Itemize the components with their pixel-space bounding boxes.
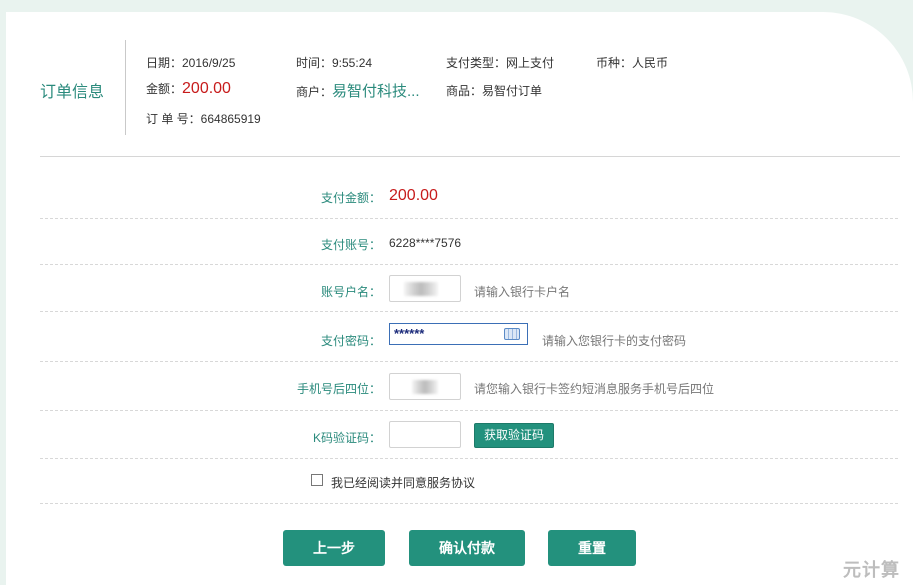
kcode-label: K码验证码： xyxy=(312,431,381,445)
header-divider xyxy=(40,156,900,157)
row-divider xyxy=(40,311,898,312)
confirm-pay-button[interactable]: 确认付款 xyxy=(409,530,525,566)
prev-step-button[interactable]: 上一步 xyxy=(283,530,385,566)
password-hint: 请输入您银行卡的支付密码 xyxy=(542,334,687,348)
masked-text xyxy=(412,380,438,394)
row-divider xyxy=(40,218,898,219)
order-currency: 币种：人民币 xyxy=(596,56,669,70)
order-merchant-value: 易智付科技... xyxy=(332,83,420,100)
password-input[interactable]: ****** xyxy=(389,323,528,345)
holder-hint: 请输入银行卡户名 xyxy=(474,285,571,299)
order-number: 订 单 号：664865919 xyxy=(146,112,261,126)
row-divider xyxy=(40,410,898,411)
account-label: 支付账号： xyxy=(320,238,381,252)
account-value: 6228****7576 xyxy=(389,236,462,250)
order-goods: 商品：易智付订单 xyxy=(446,84,543,98)
order-info-title: 订单信息 xyxy=(40,84,105,101)
row-divider xyxy=(40,264,898,265)
masked-text xyxy=(404,282,438,296)
agree-checkbox[interactable] xyxy=(311,474,323,486)
watermark: 元计算 xyxy=(843,560,900,580)
password-label: 支付密码： xyxy=(320,334,381,348)
reset-button[interactable]: 重置 xyxy=(548,530,636,566)
order-date: 日期：2016/9/25 xyxy=(146,56,236,70)
get-code-button[interactable]: 获取验证码 xyxy=(474,423,554,448)
phone-hint: 请您输入银行卡签约短消息服务手机号后四位 xyxy=(474,382,715,396)
keyboard-icon[interactable] xyxy=(504,328,520,340)
pay-amount-label: 支付金额： xyxy=(320,191,381,205)
agree-label[interactable]: 我已经阅读并同意服务协议 xyxy=(331,474,475,491)
row-divider xyxy=(40,503,898,504)
holder-input[interactable] xyxy=(389,275,461,302)
row-divider xyxy=(40,361,898,362)
order-amount-label: 金额： xyxy=(146,82,183,96)
holder-label: 账号户名： xyxy=(320,285,381,299)
pay-amount-value: 200.00 xyxy=(389,187,438,204)
order-pay-type: 支付类型：网上支付 xyxy=(446,56,555,70)
order-merchant: 商户：易智付科技... xyxy=(296,80,420,101)
phone-label: 手机号后四位： xyxy=(296,382,381,396)
order-info-divider xyxy=(125,40,126,135)
order-amount-value: 200.00 xyxy=(182,80,231,97)
password-value: ****** xyxy=(394,326,425,341)
order-merchant-label: 商户： xyxy=(296,85,333,99)
order-amount: 金额：200.00 xyxy=(146,80,231,98)
row-divider xyxy=(40,458,898,459)
phone-input[interactable] xyxy=(389,373,461,400)
kcode-input[interactable] xyxy=(389,421,461,448)
order-time: 时间：9:55:24 xyxy=(296,56,373,70)
